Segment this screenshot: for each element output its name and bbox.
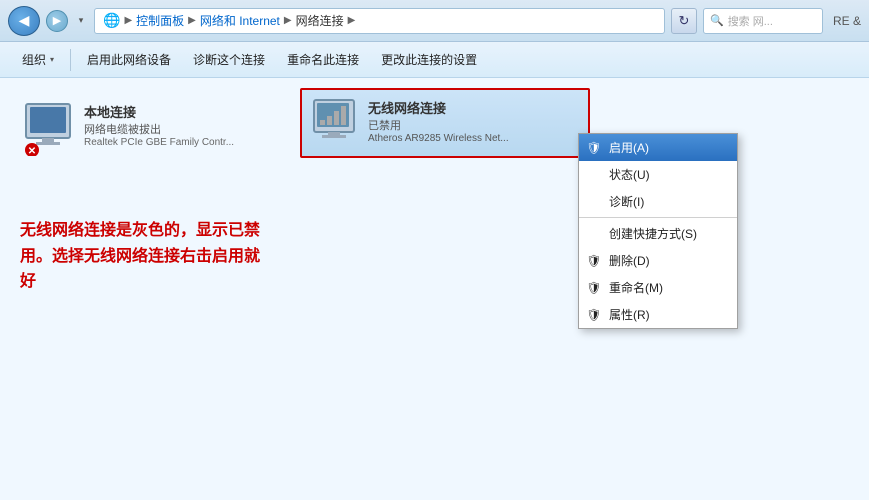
annotation-text: 无线网络连接是灰色的，显示已禁用。选择无线网络连接右击启用就好 [20, 218, 260, 295]
enable-device-label: 启用此网络设备 [87, 51, 171, 68]
nav-dropdown[interactable]: ▾ [74, 10, 88, 32]
ctx-enable[interactable]: 🛡 启用(A) [579, 134, 737, 161]
wireless-connection-icon [312, 98, 358, 148]
ctx-separator-1 [579, 217, 737, 218]
ctx-shortcut[interactable]: 创建快捷方式(S) [579, 220, 737, 247]
sep4: ▶ [348, 15, 356, 26]
breadcrumb: 🌐 ▶ 控制面板 ▶ 网络和 Internet ▶ 网络连接 ▶ [94, 8, 665, 34]
change-settings-label: 更改此连接的设置 [381, 51, 477, 68]
shield-rename-icon: 🛡 [587, 281, 601, 295]
local-connection-status: 网络电缆被拔出 [84, 121, 288, 137]
local-connection-name: 本地连接 [84, 102, 288, 121]
toolbar-organize[interactable]: 组织 ▾ [12, 46, 64, 74]
toolbar-rename[interactable]: 重命名此连接 [277, 46, 369, 74]
sep2: ▶ [188, 15, 196, 26]
svg-text:✕: ✕ [28, 146, 36, 156]
back-button[interactable]: ◀ [8, 6, 40, 36]
diagnose-label: 诊断这个连接 [193, 51, 265, 68]
forward-button[interactable]: ▶ [46, 10, 68, 32]
sep3: ▶ [284, 15, 292, 26]
local-connection-icon: ✕ [24, 102, 74, 152]
refresh-button[interactable]: ↻ [671, 8, 697, 34]
ctx-delete[interactable]: 🛡 删除(D) [579, 247, 737, 274]
toolbar-sep-1 [70, 49, 71, 71]
organize-arrow: ▾ [50, 55, 54, 64]
wireless-svg [312, 98, 358, 148]
search-placeholder: 搜索 网... [728, 13, 773, 29]
ctx-rename[interactable]: 🛡 重命名(M) [579, 274, 737, 301]
local-connection-info: 本地连接 网络电缆被拔出 Realtek PCIe GBE Family Con… [84, 102, 288, 148]
wireless-connection-adapter: Atheros AR9285 Wireless Net... [368, 133, 568, 144]
local-connection-item[interactable]: ✕ 本地连接 网络电缆被拔出 Realtek PCIe GBE Family C… [16, 94, 296, 160]
search-box[interactable]: 🔍 搜索 网... [703, 8, 823, 34]
local-connection-adapter: Realtek PCIe GBE Family Contr... [84, 137, 264, 148]
breadcrumb-control-panel[interactable]: 控制面板 [136, 12, 184, 29]
toolbar-enable-device[interactable]: 启用此网络设备 [77, 46, 181, 74]
breadcrumb-current: 网络连接 [296, 12, 344, 29]
wireless-connection-item[interactable]: 无线网络连接 已禁用 Atheros AR9285 Wireless Net..… [300, 88, 590, 158]
toolbar-change-settings[interactable]: 更改此连接的设置 [371, 46, 487, 74]
shield-properties-icon: 🛡 [587, 308, 601, 322]
top-right-label: RE & [833, 14, 861, 28]
search-icon: 🔍 [710, 14, 724, 27]
rename-label: 重命名此连接 [287, 51, 359, 68]
wireless-connection-info: 无线网络连接 已禁用 Atheros AR9285 Wireless Net..… [368, 98, 578, 144]
shield-enable-icon: 🛡 [587, 141, 601, 155]
address-bar: ◀ ▶ ▾ 🌐 ▶ 控制面板 ▶ 网络和 Internet ▶ 网络连接 ▶ ↻… [0, 0, 869, 42]
toolbar: 组织 ▾ 启用此网络设备 诊断这个连接 重命名此连接 更改此连接的设置 [0, 42, 869, 78]
main-content: ✕ 本地连接 网络电缆被拔出 Realtek PCIe GBE Family C… [0, 78, 869, 500]
wireless-connection-status: 已禁用 [368, 117, 578, 133]
organize-label: 组织 [22, 51, 46, 68]
context-menu: 🛡 启用(A) 状态(U) 诊断(I) 创建快捷方式(S) 🛡 删除(D) 🛡 … [578, 133, 738, 329]
ctx-status[interactable]: 状态(U) [579, 161, 737, 188]
globe-icon: 🌐 [103, 12, 120, 29]
breadcrumb-network-internet[interactable]: 网络和 Internet [200, 12, 280, 29]
toolbar-diagnose[interactable]: 诊断这个连接 [183, 46, 275, 74]
monitor-svg: ✕ [24, 102, 74, 156]
ctx-properties[interactable]: 🛡 属性(R) [579, 301, 737, 328]
ctx-diagnose[interactable]: 诊断(I) [579, 188, 737, 215]
sep1: ▶ [124, 15, 132, 26]
wireless-connection-name: 无线网络连接 [368, 98, 578, 117]
shield-delete-icon: 🛡 [587, 254, 601, 268]
